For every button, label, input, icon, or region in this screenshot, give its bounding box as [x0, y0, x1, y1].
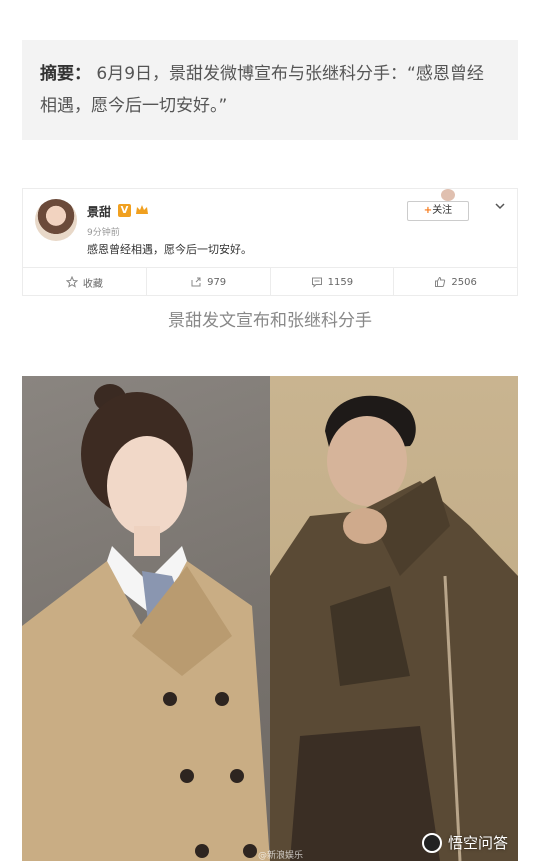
- chevron-down-icon[interactable]: [493, 199, 507, 213]
- summary-box: 摘要： 6月9日，景甜发微博宣布与张继科分手：“感恩曾经相遇，愿今后一切安好。”: [22, 40, 518, 140]
- watermark-logo: 悟空问答: [421, 832, 508, 853]
- favorite-label: 收藏: [82, 278, 103, 290]
- comment-count: 1159: [327, 276, 354, 288]
- share-count: 979: [207, 276, 227, 288]
- plus-icon: +: [423, 205, 433, 216]
- wukong-logo-icon: [421, 832, 442, 853]
- thumbs-up-icon: [435, 276, 446, 287]
- photo-left-panel: [22, 376, 270, 861]
- photo-right-panel: [270, 376, 518, 861]
- favorite-button[interactable]: 收藏: [23, 268, 147, 296]
- image-caption: 景甜发文宣布和张继科分手: [168, 311, 372, 331]
- summary-label: 摘要：: [40, 64, 91, 84]
- man-figure: [270, 395, 518, 861]
- post-text: 感恩曾经相遇，愿今后一切安好。: [87, 243, 252, 256]
- post-time: 9分钟前: [87, 228, 120, 238]
- summary-text: 6月9日，景甜发微博宣布与张继科分手：“感恩曾经相遇，愿今后一切安好。”: [40, 64, 484, 116]
- like-count: 2506: [451, 276, 477, 288]
- follow-button[interactable]: +关注: [407, 201, 469, 221]
- source-watermark: @新浪娱乐: [258, 851, 304, 861]
- watermark-text: 悟空问答: [447, 834, 508, 852]
- avatar[interactable]: [35, 199, 77, 241]
- photo-image: @新浪娱乐 悟空问答: [22, 376, 518, 861]
- like-button[interactable]: 2506: [394, 268, 517, 296]
- share-button[interactable]: 979: [147, 268, 271, 296]
- follow-label: 关注: [432, 205, 453, 216]
- comment-icon: [311, 277, 322, 288]
- weibo-post-card[interactable]: 景甜 V 9分钟前 感恩曾经相遇，愿今后一切安好。 +关注 收藏 979 115…: [22, 188, 518, 296]
- crown-icon: [136, 205, 148, 214]
- star-icon: [65, 276, 78, 288]
- comment-button[interactable]: 1159: [271, 268, 395, 296]
- username[interactable]: 景甜: [87, 203, 111, 220]
- action-bar: 收藏 979 1159 2506: [23, 267, 517, 296]
- verified-badge: V: [118, 204, 131, 217]
- mini-avatar: [441, 189, 455, 201]
- share-icon: [191, 277, 201, 287]
- woman-figure: [22, 384, 270, 861]
